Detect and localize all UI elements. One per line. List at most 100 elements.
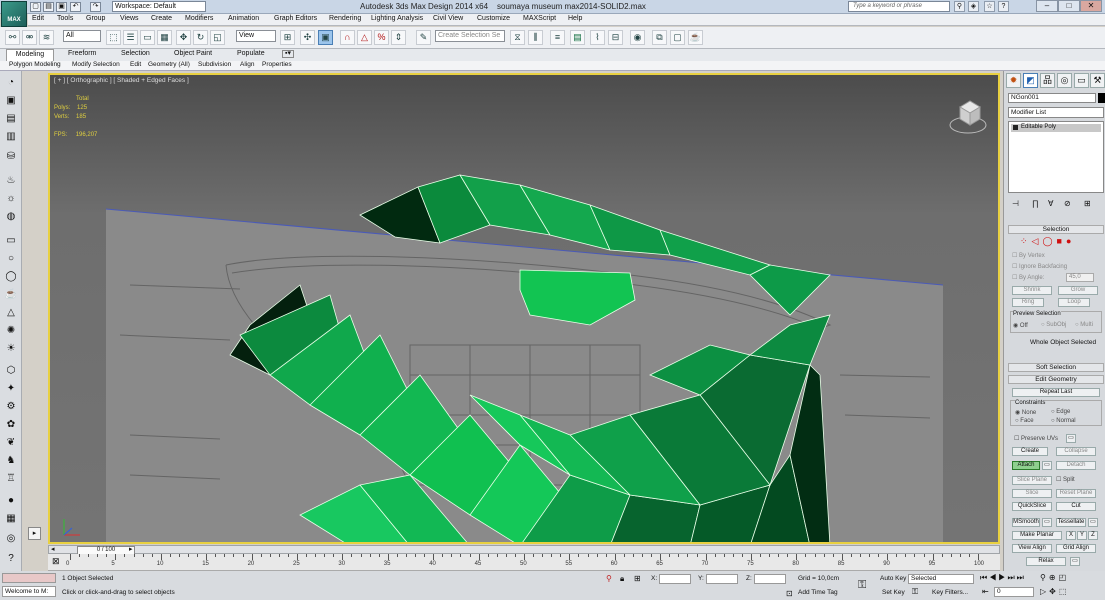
maxscript-listener-pink[interactable] — [2, 573, 56, 583]
key-icon[interactable]: ⚿ — [858, 579, 866, 592]
sphere-primitive-icon[interactable]: ○ — [4, 253, 18, 266]
relax-settings-button[interactable]: ▭ — [1070, 557, 1080, 566]
named-selection-dropdown[interactable]: Create Selection Se — [435, 30, 505, 42]
modify-tab-icon[interactable]: ◩ — [1023, 73, 1038, 88]
make-unique-icon[interactable]: ∀ — [1048, 199, 1053, 208]
tab-freeform[interactable]: Freeform — [68, 50, 96, 57]
current-frame-field[interactable]: 0 — [994, 587, 1034, 597]
planar-x-button[interactable]: X — [1066, 531, 1076, 540]
time-prev-icon[interactable]: ◂ — [51, 546, 55, 554]
media-icon[interactable]: ◎ — [4, 533, 18, 546]
planar-z-button[interactable]: Z — [1088, 531, 1098, 540]
stack-item-editable-poly[interactable]: Editable Poly — [1011, 124, 1101, 132]
communication-center-icon[interactable]: ◈ — [968, 1, 979, 12]
relax-button[interactable]: Relax — [1026, 557, 1066, 566]
shrink-button[interactable]: Shrink — [1012, 286, 1052, 295]
viewport-perspective[interactable]: [ + ] [ Orthographic ] [ Shaded + Edged … — [48, 73, 1000, 544]
playback-controls[interactable]: ⏮◀▶⏭⏭ — [980, 573, 1026, 583]
planar-y-button[interactable]: Y — [1077, 531, 1087, 540]
repeat-last-button[interactable]: Repeat Last — [1012, 388, 1100, 397]
new-file-icon[interactable]: ▢ — [30, 2, 41, 12]
tab-object-paint[interactable]: Object Paint — [174, 50, 212, 57]
box-primitive-icon[interactable]: ▭ — [4, 235, 18, 248]
panel-align[interactable]: Align — [240, 61, 254, 68]
help-icon[interactable]: ? — [998, 1, 1009, 12]
absolute-mode-icon[interactable]: ⊞ — [634, 574, 641, 583]
schematic-view-icon[interactable]: ⊟ — [608, 30, 623, 45]
y-coordinate-field[interactable] — [706, 574, 738, 584]
scene-explorer-icon[interactable]: ▣ — [4, 95, 18, 108]
object-name-field[interactable]: NGon001 — [1008, 93, 1096, 103]
viewport-layout-icon[interactable]: ◔ — [4, 77, 18, 90]
selection-rollout[interactable]: Selection — [1008, 225, 1104, 234]
menu-maxscript[interactable]: MAXScript — [523, 15, 556, 22]
mirror-icon[interactable]: ⧖ — [510, 30, 525, 45]
view-align-button[interactable]: View Align — [1012, 544, 1052, 553]
material-editor-icon[interactable]: ◉ — [630, 30, 645, 45]
auto-key-button[interactable]: Auto Key — [880, 575, 906, 582]
favorites-star-icon[interactable]: ☆ — [984, 1, 995, 12]
light-icon[interactable]: ✺ — [4, 325, 18, 338]
menu-tools[interactable]: Tools — [57, 15, 73, 22]
redo-icon[interactable]: ↷ — [90, 2, 101, 12]
curve-editor-icon[interactable]: ⌇ — [590, 30, 605, 45]
crowd-icon[interactable]: ♖ — [4, 473, 18, 486]
configure-sets-icon[interactable]: ⊞ — [1084, 199, 1091, 208]
menu-views[interactable]: Views — [120, 15, 139, 22]
key-filters-button[interactable]: Key Filters... — [932, 589, 968, 596]
hierarchy-tab-icon[interactable]: 品 — [1040, 73, 1055, 88]
stack-expand-icon[interactable] — [1013, 125, 1018, 130]
selection-filter-dropdown[interactable]: All — [63, 30, 101, 42]
viewcube-icon[interactable] — [948, 95, 988, 135]
viewport-nav-top[interactable]: ⚲⊕◰ — [1040, 573, 1069, 582]
percent-snap-icon[interactable]: % — [374, 30, 389, 45]
by-angle-checkbox[interactable]: ☐ By Angle: — [1012, 274, 1044, 281]
selection-lock-icon[interactable]: 🔒︎ — [620, 574, 624, 584]
space-warp-icon[interactable]: ⚙ — [4, 401, 18, 414]
collapse-button[interactable]: Collapse — [1056, 447, 1096, 456]
expand-arrow-icon[interactable]: ▸ — [28, 527, 41, 540]
isolate-icon[interactable]: ⚲ — [606, 574, 612, 583]
maximize-button[interactable]: □ — [1058, 0, 1080, 12]
menu-customize[interactable]: Customize — [477, 15, 510, 22]
graphite-ribbon-icon[interactable]: ▤ — [570, 30, 585, 45]
menu-group[interactable]: Group — [86, 15, 105, 22]
layer-explorer-icon[interactable]: ≡ — [550, 30, 565, 45]
helper-icon[interactable]: ✦ — [4, 383, 18, 396]
menu-help[interactable]: Help — [568, 15, 582, 22]
material-sphere-icon[interactable]: ◍ — [4, 211, 18, 224]
select-by-name-icon[interactable]: ☰ — [123, 30, 138, 45]
quickslice-button[interactable]: QuickSlice — [1012, 502, 1052, 511]
foliage-icon[interactable]: ❦ — [4, 437, 18, 450]
modifier-list-dropdown[interactable]: Modifier List — [1008, 107, 1104, 118]
unlink-icon[interactable]: ⚮ — [22, 30, 37, 45]
biped-icon[interactable]: ♞ — [4, 455, 18, 468]
particle-icon[interactable]: ✿ — [4, 419, 18, 432]
spinner-snap-icon[interactable]: ⇕ — [391, 30, 406, 45]
slice-plane-button[interactable]: Slice Plane — [1012, 476, 1052, 485]
add-time-tag[interactable]: Add Time Tag — [798, 589, 838, 596]
show-end-result-icon[interactable]: ∏ — [1032, 199, 1039, 208]
time-slider[interactable]: ◂ 0 / 100 ▸ — [48, 545, 1000, 555]
object-color-swatch[interactable] — [1098, 93, 1105, 103]
set-key-icon[interactable]: ⚿ — [912, 587, 918, 597]
remove-modifier-icon[interactable]: ⊘ — [1064, 199, 1071, 208]
angle-snap-icon[interactable]: △ — [357, 30, 372, 45]
constraint-normal-radio[interactable]: ○ Normal — [1051, 418, 1076, 424]
render-setup-icon[interactable]: ⧉ — [652, 30, 667, 45]
rendered-frame-icon[interactable]: ▢ — [670, 30, 685, 45]
rect-selection-icon[interactable]: ▭ — [140, 30, 155, 45]
msmooth-settings-button[interactable]: ▭ — [1042, 518, 1052, 527]
sun-icon[interactable]: ☀ — [4, 343, 18, 356]
tessellate-button[interactable]: Tessellate — [1056, 518, 1086, 527]
binoculars-icon[interactable]: ⚲ — [954, 1, 965, 12]
maxscript-mini-listener[interactable]: Welcome to M: — [2, 586, 56, 597]
container-icon[interactable]: ⛁ — [4, 151, 18, 164]
preserve-uvs-settings-button[interactable]: ▭ — [1066, 434, 1076, 443]
menu-civil-view[interactable]: Civil View — [433, 15, 463, 22]
close-button[interactable]: ✕ — [1080, 0, 1102, 12]
ignore-backfacing-checkbox[interactable]: ☐ Ignore Backfacing — [1012, 263, 1067, 270]
msmooth-button[interactable]: MSmooth — [1012, 518, 1040, 527]
menu-lighting-analysis[interactable]: Lighting Analysis — [371, 15, 423, 22]
trackbar-toggle-icon[interactable]: ⊠ — [52, 556, 64, 568]
